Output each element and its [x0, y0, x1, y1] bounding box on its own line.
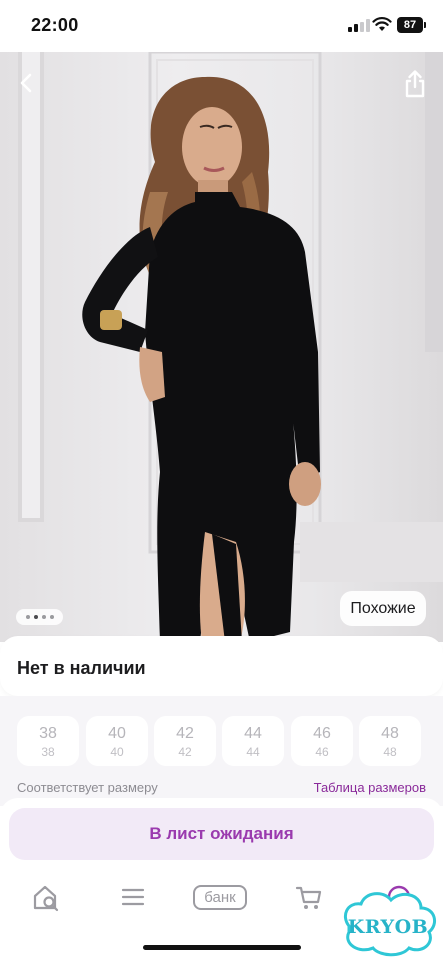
availability-title: Нет в наличии — [17, 658, 146, 678]
product-photo[interactable]: Похожие — [0, 52, 443, 642]
waitlist-panel: В лист ожидания — [0, 798, 443, 870]
share-icon[interactable] — [400, 68, 430, 100]
product-image — [18, 52, 443, 642]
status-time: 22:00 — [31, 15, 79, 35]
carousel-page-indicator[interactable] — [16, 609, 63, 625]
size-chip-44[interactable]: 44 44 — [222, 716, 284, 766]
home-indicator — [143, 945, 301, 950]
menu-icon[interactable] — [120, 882, 146, 912]
battery-icon: 87 — [397, 17, 423, 33]
size-sub-label: 48 — [383, 745, 397, 759]
size-chip-48[interactable]: 48 48 — [359, 716, 421, 766]
size-chip-40[interactable]: 40 40 — [86, 716, 148, 766]
svg-text:KRYOB: KRYOB — [348, 916, 428, 938]
battery-level: 87 — [403, 19, 417, 31]
availability-card: Нет в наличии — [0, 636, 443, 696]
size-label: 38 — [39, 725, 57, 742]
size-table-link[interactable]: Таблица размеров — [314, 780, 426, 795]
back-icon[interactable] — [12, 68, 42, 98]
size-label: 42 — [176, 725, 194, 742]
cart-icon[interactable] — [295, 882, 323, 912]
status-bar: 22:00 87 — [0, 0, 443, 52]
size-sub-label: 42 — [178, 745, 192, 759]
size-fit-note: Соответствует размеру — [17, 780, 158, 795]
size-sub-label: 40 — [110, 745, 124, 759]
size-sub-label: 38 — [41, 745, 55, 759]
size-sub-label: 44 — [246, 745, 260, 759]
similar-button[interactable]: Похожие — [340, 591, 426, 626]
size-sub-label: 46 — [315, 745, 329, 759]
bank-tab[interactable]: банк — [193, 885, 247, 910]
size-label: 44 — [244, 725, 262, 742]
signal-icon — [348, 19, 370, 32]
size-chip-42[interactable]: 42 42 — [154, 716, 216, 766]
size-selector: 38 38 40 40 42 42 44 44 46 46 48 48 Соот… — [0, 696, 443, 806]
size-chip-46[interactable]: 46 46 — [291, 716, 353, 766]
size-chip-38[interactable]: 38 38 — [17, 716, 79, 766]
wifi-icon — [372, 17, 392, 31]
size-label: 48 — [381, 725, 399, 742]
kryob-watermark: KRYOB — [344, 892, 437, 957]
search-home-icon[interactable] — [32, 882, 60, 912]
size-label: 46 — [313, 725, 331, 742]
size-label: 40 — [108, 725, 126, 742]
add-to-waitlist-button[interactable]: В лист ожидания — [9, 808, 434, 860]
